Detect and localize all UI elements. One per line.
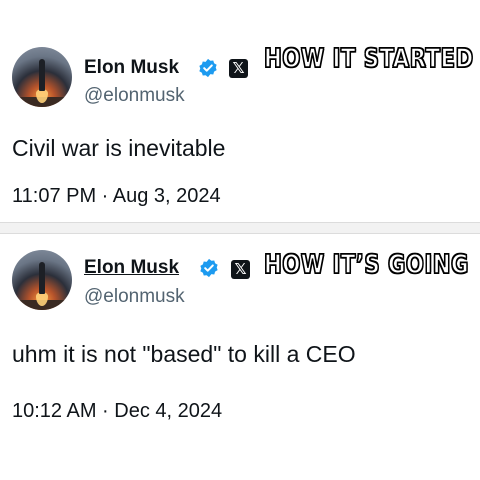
x-logo-icon: 𝕏	[231, 260, 250, 279]
meme-caption: HOW IT’S GOING	[263, 249, 469, 281]
author-handle[interactable]: @elonmusk	[84, 286, 185, 308]
avatar[interactable]	[12, 250, 72, 310]
author-name[interactable]: Elon Musk	[84, 257, 179, 279]
tweet-text: Civil war is inevitable	[12, 135, 226, 161]
tweet-card-how-its-going: Elon Musk 𝕏 @elonmusk HOW IT’S GOING uhm…	[0, 222, 480, 444]
author-name[interactable]: Elon Musk	[84, 57, 179, 79]
tweet-timestamp[interactable]: 11:07 PM · Aug 3, 2024	[12, 184, 221, 208]
tweet-card-how-it-started: Elon Musk 𝕏 @elonmusk HOW IT STARTED Civ…	[0, 0, 480, 222]
avatar[interactable]	[12, 47, 72, 107]
author-handle[interactable]: @elonmusk	[84, 85, 185, 107]
tweet-text: uhm it is not "based" to kill a CEO	[12, 341, 356, 367]
tweet-timestamp[interactable]: 10:12 AM · Dec 4, 2024	[12, 399, 222, 423]
verified-badge-icon	[199, 58, 217, 78]
verified-badge-icon	[200, 258, 218, 278]
x-logo-icon: 𝕏	[229, 59, 248, 78]
meme-caption: HOW IT STARTED	[263, 43, 474, 75]
